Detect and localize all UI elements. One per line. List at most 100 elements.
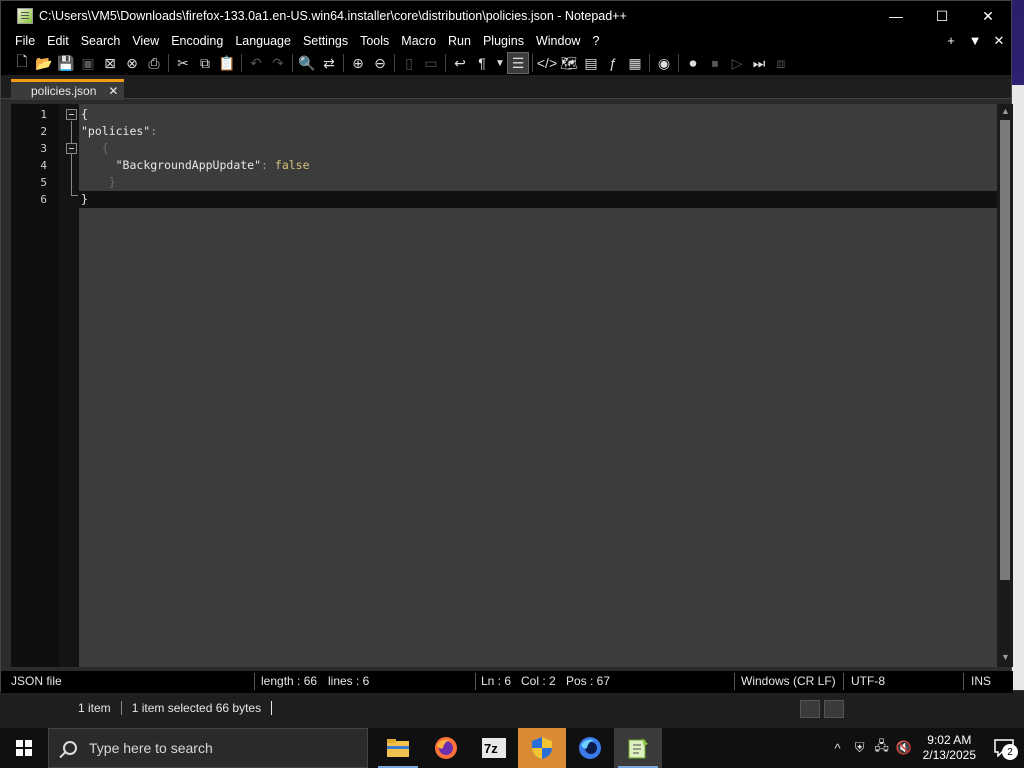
scrollbar-thumb[interactable] [1000, 120, 1010, 580]
document-list-icon[interactable]: ▤ [580, 52, 602, 74]
stop-macro-icon[interactable]: ⏹ [704, 52, 726, 74]
toolbar-separator [445, 54, 446, 72]
minimize-button[interactable]: — [873, 1, 919, 31]
new-tab-button[interactable]: + [939, 31, 963, 51]
toolbar-separator [292, 54, 293, 72]
close-all-icon[interactable]: ⊗ [121, 52, 143, 74]
code-line: { [79, 106, 997, 123]
copy-icon[interactable]: ⧉ [194, 52, 216, 74]
menu-language[interactable]: Language [229, 31, 297, 51]
code-text[interactable]: { "policies": { "BackgroundAppUpdate": f… [79, 104, 997, 667]
chevron-up-icon[interactable]: ^ [827, 741, 849, 756]
security-tray-icon[interactable]: ⛨ [849, 740, 871, 756]
menu-window[interactable]: Window [530, 31, 586, 51]
firefox-icon[interactable] [422, 728, 470, 768]
notepadpp-icon[interactable] [614, 728, 662, 768]
language-icon[interactable]: </> [536, 52, 558, 74]
new-file-icon[interactable]: 🗋 [11, 52, 33, 74]
scroll-down-icon[interactable]: ▼ [1001, 652, 1010, 662]
start-button[interactable] [0, 728, 48, 768]
vertical-scrollbar[interactable]: ▲ ▼ [997, 104, 1013, 667]
title-bar[interactable]: C:\Users\VM5\Downloads\firefox-133.0a1.e… [1, 1, 1011, 31]
open-file-icon[interactable]: 📂 [33, 52, 55, 74]
fold-end [71, 195, 78, 196]
code-brace: } [81, 192, 88, 206]
menu-search[interactable]: Search [75, 31, 127, 51]
clock[interactable]: 9:02 AM 2/13/2025 [915, 733, 984, 763]
maximize-button[interactable]: ☐ [919, 1, 965, 31]
monitoring-icon[interactable]: ◉ [653, 52, 675, 74]
record-macro-icon[interactable]: ⏺ [682, 52, 704, 74]
chevron-down-icon[interactable]: ▼ [493, 52, 507, 74]
menu-bar: File Edit Search View Encoding Language … [1, 31, 1011, 51]
fold-toggle-icon[interactable] [66, 109, 77, 120]
shield-icon[interactable] [518, 728, 566, 768]
run-macro-multiple-icon[interactable]: ⏭ [748, 52, 770, 74]
line-number: 3 [40, 142, 47, 155]
status-eol[interactable]: Windows (CR LF) [741, 674, 836, 688]
menu-right-controls: + ▼ ✕ [939, 31, 1011, 51]
sync-vertical-icon[interactable]: ▯ [398, 52, 420, 74]
sync-horizontal-icon[interactable]: ▭ [420, 52, 442, 74]
tab-close-icon[interactable]: ✕ [108, 84, 118, 98]
taskbar-search-box[interactable]: Type here to search [48, 728, 368, 768]
fold-margin[interactable] [59, 104, 79, 667]
code-brace: { [101, 141, 109, 155]
toolbar-separator [168, 54, 169, 72]
redo-icon[interactable]: ↷ [267, 52, 289, 74]
notification-center-icon[interactable]: 2 [984, 728, 1024, 768]
explorer-status: 1 item 1 item selected 66 bytes [68, 701, 273, 715]
clock-date: 2/13/2025 [922, 748, 976, 762]
menu-settings[interactable]: Settings [297, 31, 354, 51]
7zip-icon[interactable]: 7z [470, 728, 518, 768]
menu-tools[interactable]: Tools [354, 31, 395, 51]
close-file-icon[interactable]: ⊠ [99, 52, 121, 74]
menu-edit[interactable]: Edit [41, 31, 75, 51]
show-all-chars-icon[interactable]: ¶ [471, 52, 493, 74]
large-icons-view-button[interactable] [824, 700, 844, 718]
json-key: "BackgroundAppUpdate" [115, 158, 262, 172]
close-button[interactable]: ✕ [965, 1, 1011, 31]
menu-plugins[interactable]: Plugins [477, 31, 530, 51]
tab-policies-json[interactable]: policies.json ✕ [11, 79, 125, 100]
menu-help[interactable]: ? [586, 31, 605, 51]
status-encoding[interactable]: UTF-8 [851, 674, 885, 688]
details-view-button[interactable] [800, 700, 820, 718]
system-tray: ^ ⛨ 🖧 🔇 9:02 AM 2/13/2025 2 [827, 728, 1024, 768]
line-number: 6 [40, 193, 47, 206]
find-icon[interactable]: 🔍 [296, 52, 318, 74]
undo-icon[interactable]: ↶ [245, 52, 267, 74]
menu-file[interactable]: File [9, 31, 41, 51]
indent-guide-icon[interactable]: ☰ [507, 52, 529, 74]
print-icon[interactable]: ⎙ [143, 52, 165, 74]
json-key: "policies" [81, 124, 151, 138]
word-wrap-icon[interactable]: ↩ [449, 52, 471, 74]
play-macro-icon[interactable]: ▷ [726, 52, 748, 74]
menu-macro[interactable]: Macro [395, 31, 442, 51]
close-doc-button[interactable]: ✕ [987, 31, 1011, 51]
folder-workspace-icon[interactable]: ▦ [624, 52, 646, 74]
zoom-out-icon[interactable]: ⊖ [369, 52, 391, 74]
cut-icon[interactable]: ✂ [172, 52, 194, 74]
zoom-in-icon[interactable]: ⊕ [347, 52, 369, 74]
menu-encoding[interactable]: Encoding [165, 31, 229, 51]
menu-run[interactable]: Run [442, 31, 477, 51]
document-map-icon[interactable]: 🗺 [558, 52, 580, 74]
status-insert-mode[interactable]: INS [971, 674, 991, 688]
code-brace: { [81, 107, 88, 121]
paste-icon[interactable]: 📋 [216, 52, 238, 74]
save-macro-icon[interactable]: ⧈ [770, 52, 792, 74]
save-icon[interactable]: 💾 [55, 52, 77, 74]
file-explorer-icon[interactable] [374, 728, 422, 768]
fold-toggle-icon[interactable] [66, 143, 77, 154]
function-list-icon[interactable]: ƒ [602, 52, 624, 74]
tab-list-button[interactable]: ▼ [963, 31, 987, 51]
replace-icon[interactable]: ⇄ [318, 52, 340, 74]
scroll-up-icon[interactable]: ▲ [1001, 106, 1010, 116]
firefox-dev-icon[interactable] [566, 728, 614, 768]
volume-muted-icon[interactable]: 🔇 [893, 740, 915, 756]
save-all-icon[interactable]: ▣ [77, 52, 99, 74]
editor-area[interactable]: 1 2 3 4 5 6 { "policies": { "BackgroundA… [11, 104, 1013, 667]
menu-view[interactable]: View [126, 31, 165, 51]
network-icon[interactable]: 🖧 [871, 737, 893, 759]
